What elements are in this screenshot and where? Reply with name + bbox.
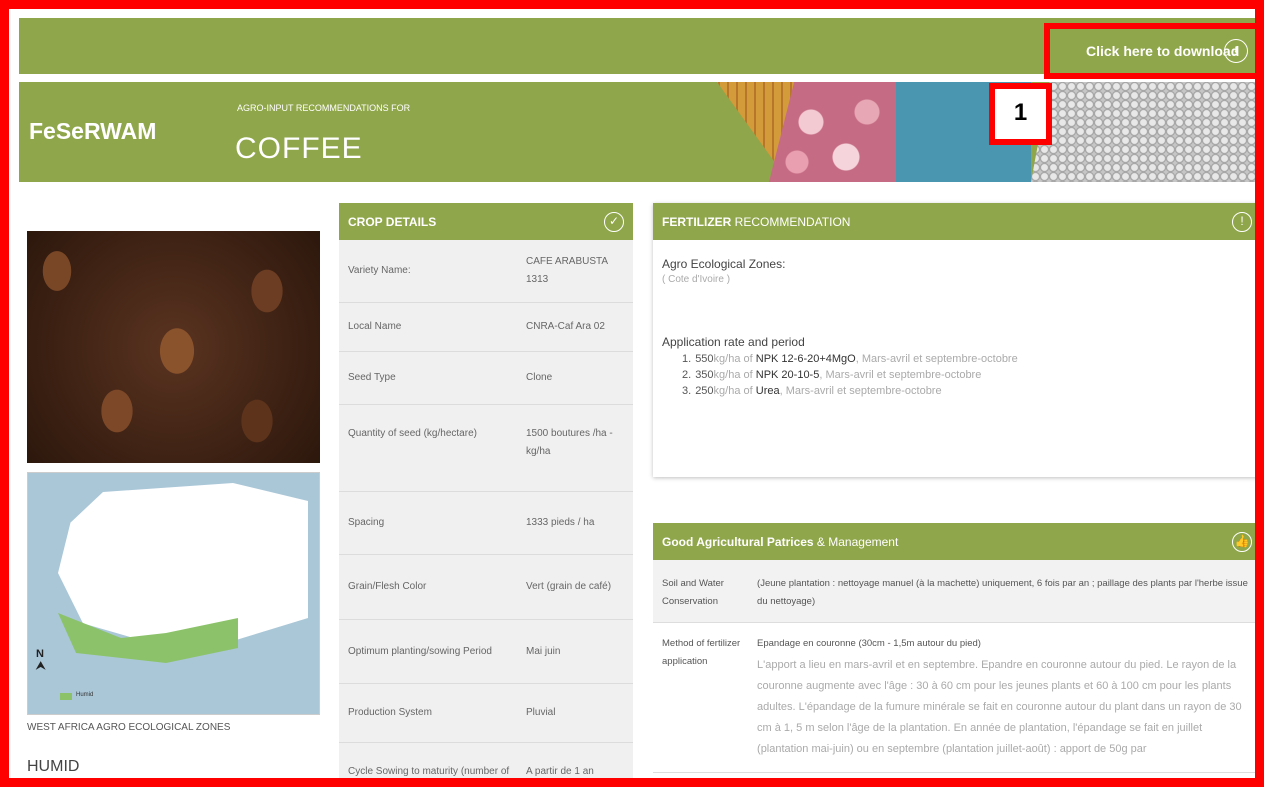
gap-row-value: (Jeune plantation : nettoyage manuel (à … — [757, 578, 1248, 607]
crop-details-panel: CROP DETAILS ✓ Variety Name: CAFE ARABUST… — [339, 203, 633, 778]
crop-detail-label: Optimum planting/sowing Period — [348, 645, 492, 657]
annotation-badge: 1 — [989, 83, 1052, 145]
recommendation-unit: kg/ha of — [713, 353, 756, 365]
recommendation-unit: kg/ha of — [713, 385, 756, 397]
recommendation-product: NPK 12-6-20+4MgO — [755, 353, 856, 365]
fertilizer-header: FERTILIZER RECOMMENDATION ! — [653, 203, 1255, 240]
crop-detail-label: Production System — [348, 707, 432, 718]
crop-detail-row: Quantity of seed (kg/hectare) 1500 boutur… — [339, 405, 633, 492]
download-icon: ⭳ — [1224, 39, 1248, 63]
gap-title-rest: & Management — [813, 534, 899, 549]
gap-panel: Good Agricultural Patrices & Management … — [653, 523, 1255, 778]
crop-details-header: CROP DETAILS ✓ — [339, 203, 633, 240]
crop-detail-row: Optimum planting/sowing Period Mai juin — [339, 620, 633, 684]
recommendation-item: 2. 350kg/ha of NPK 20-10-5, Mars-avril et… — [682, 369, 1252, 381]
north-arrow-icon: N ⮝ — [36, 648, 46, 672]
check-circle-icon: ✓ — [604, 211, 624, 232]
crop-detail-value: 1500 boutures /ha - kg/ha — [526, 428, 613, 457]
crop-detail-row: Grain/Flesh Color Vert (grain de café) — [339, 555, 633, 620]
gap-title-bold: Good Agricultural Patrices — [662, 534, 814, 549]
recommendation-rate: 250 — [695, 385, 714, 397]
crop-details-title: CROP DETAILS — [348, 214, 437, 229]
gap-method-text: L'apport a lieu en mars-avril et en sept… — [757, 659, 1242, 755]
header-subtitle: AGRO-INPUT RECOMMENDATIONS FOR — [237, 103, 411, 113]
crop-detail-value: CNRA-Caf Ara 02 — [526, 321, 605, 332]
crop-title: COFFEE — [235, 132, 363, 165]
crop-detail-value: A partir de 1 an — [526, 766, 594, 777]
page-header: FeSeRWAM AGRO-INPUT RECOMMENDATIONS FOR … — [19, 82, 1255, 182]
aez-label: Agro Ecological Zones: — [662, 257, 786, 271]
brand-logo: FeSeRWAM — [29, 118, 157, 144]
recommendation-num: 3. — [682, 385, 692, 397]
crop-detail-row: Local Name CNRA-Caf Ara 02 — [339, 303, 633, 352]
gap-row-label: Method of fertilizer application — [662, 638, 741, 667]
crop-detail-label: Seed Type — [348, 372, 396, 383]
info-circle-icon: ! — [1232, 211, 1252, 232]
recommendation-period: , Mars-avril et septembre-octobre — [819, 369, 982, 381]
thumbs-up-icon: 👍 — [1232, 531, 1252, 552]
crop-detail-value: 1333 pieds / ha — [526, 517, 595, 528]
crop-detail-label: Cycle Sowing to maturity (number of days… — [348, 766, 510, 777]
fertilizer-title-bold: FERTILIZER — [662, 214, 732, 229]
crop-detail-row: Spacing 1333 pieds / ha — [339, 492, 633, 555]
crop-detail-value: CAFE ARABUSTA 1313 — [526, 256, 608, 285]
crop-detail-value: Clone — [526, 372, 553, 383]
crop-detail-row: Variety Name: CAFE ARABUSTA 1313 — [339, 240, 633, 303]
recommendation-num: 1. — [682, 353, 692, 365]
map-caption: WEST AFRICA AGRO ECOLOGICAL ZONES — [27, 722, 231, 733]
fertilizer-panel: FERTILIZER RECOMMENDATION ! Agro Ecologi… — [653, 203, 1255, 477]
legend-swatch — [60, 693, 72, 700]
north-label: N — [36, 648, 44, 660]
recommendation-unit: kg/ha of — [713, 369, 756, 381]
crop-detail-row: Seed Type Clone — [339, 352, 633, 405]
recommendation-rate: 350 — [695, 369, 714, 381]
download-label: Click here to download — [1086, 43, 1240, 59]
recommendation-product: NPK 20-10-5 — [755, 369, 820, 381]
aez-value: ( Cote d'Ivoire ) — [662, 274, 731, 285]
coffee-beans-image — [27, 231, 320, 463]
recommendation-rate: 550 — [695, 353, 714, 365]
crop-detail-label: Local Name — [348, 321, 402, 332]
fertilizer-granules-image — [1031, 82, 1255, 182]
recommendation-item: 3. 250kg/ha of Urea, Mars-avril et septem… — [682, 385, 1252, 397]
crop-detail-label: Grain/Flesh Color — [348, 581, 427, 592]
gap-row-soil: Soil and Water Conservation (Jeune plant… — [653, 560, 1255, 623]
agro-zone-map: N ⮝ Humid — [27, 472, 320, 715]
gap-row-method: Method of fertilizer application Epandag… — [653, 623, 1255, 773]
crop-detail-label: Quantity of seed (kg/hectare) — [348, 428, 477, 439]
crop-detail-row: Production System Pluvial — [339, 684, 633, 743]
crop-detail-row: Cycle Sowing to maturity (number of days… — [339, 743, 633, 778]
download-button[interactable]: Click here to download ⭳ — [1044, 23, 1255, 79]
crop-detail-value: Pluvial — [526, 707, 556, 718]
gap-header: Good Agricultural Patrices & Management … — [653, 523, 1255, 560]
legend-label: Humid — [76, 692, 94, 698]
recommendation-period: , Mars-avril et septembre-octobre — [855, 353, 1018, 365]
fertilizer-title-rest: RECOMMENDATION — [731, 214, 851, 229]
application-label: Application rate and period — [662, 335, 805, 349]
crop-detail-label: Variety Name: — [348, 265, 411, 276]
recommendation-num: 2. — [682, 369, 692, 381]
crop-detail-label: Spacing — [348, 517, 385, 528]
page-frame: Click here to download ⭳ FeSeRWAM AGRO-I… — [0, 0, 1264, 787]
zone-label: HUMID — [27, 758, 80, 775]
gap-row-label: Soil and Water Conservation — [662, 578, 724, 607]
recommendation-period: , Mars-avril et septembre-octobre — [779, 385, 942, 397]
recommendation-item: 1. 550kg/ha of NPK 12-6-20+4MgO, Mars-avr… — [682, 353, 1252, 365]
recommendation-product: Urea — [755, 385, 780, 397]
crop-detail-value: Mai juin — [526, 645, 561, 657]
crop-detail-value: Vert (grain de café) — [526, 581, 612, 592]
gap-method-title: Epandage en couronne (30cm - 1,5m autour… — [757, 638, 981, 649]
